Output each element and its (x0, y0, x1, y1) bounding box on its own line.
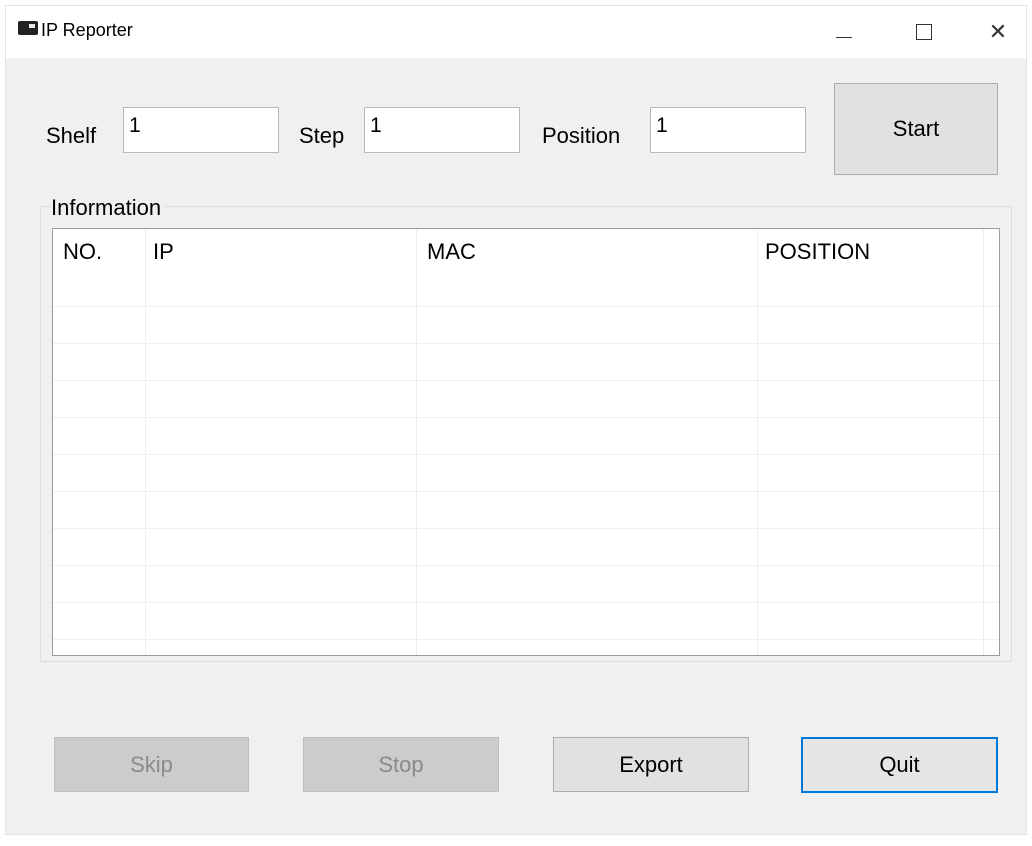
row-divider (53, 639, 999, 640)
shelf-input[interactable]: 1 (123, 107, 279, 153)
row-divider (53, 306, 999, 307)
step-input[interactable]: 1 (364, 107, 520, 153)
position-input[interactable]: 1 (650, 107, 806, 153)
information-group-label: Information (51, 195, 166, 221)
title-bar[interactable]: IP Reporter ✕ (6, 6, 1026, 58)
row-divider (53, 343, 999, 344)
close-button[interactable]: ✕ (968, 6, 1028, 58)
position-label: Position (542, 123, 621, 148)
step-label: Step (299, 123, 345, 148)
information-listview[interactable]: NO. IP MAC POSITION (52, 228, 1000, 656)
app-window: IP Reporter ✕ Shelf 1 Step 1 Position 1 … (6, 6, 1026, 834)
column-header-no[interactable]: NO. (63, 239, 102, 265)
column-header-mac[interactable]: MAC (427, 239, 476, 265)
quit-button[interactable]: Quit (801, 737, 998, 793)
row-divider (53, 528, 999, 529)
column-divider (983, 229, 984, 655)
row-divider (53, 565, 999, 566)
row-divider (53, 454, 999, 455)
export-button[interactable]: Export (553, 737, 749, 792)
skip-button[interactable]: Skip (54, 737, 249, 792)
row-divider (53, 417, 999, 418)
maximize-icon (916, 24, 932, 40)
stop-button[interactable]: Stop (303, 737, 499, 792)
column-header-ip[interactable]: IP (153, 239, 174, 265)
window-title: IP Reporter (41, 20, 133, 40)
column-divider (416, 229, 417, 655)
close-icon: ✕ (988, 19, 1008, 44)
column-header-position[interactable]: POSITION (765, 239, 870, 265)
row-divider (53, 380, 999, 381)
maximize-button[interactable] (894, 6, 954, 58)
start-button[interactable]: Start (834, 83, 998, 175)
minimize-icon (836, 36, 852, 38)
row-divider (53, 491, 999, 492)
shelf-label: Shelf (46, 123, 97, 148)
column-divider (145, 229, 146, 655)
row-divider (53, 602, 999, 603)
minimize-button[interactable] (814, 6, 874, 58)
column-divider (757, 229, 758, 655)
app-icon (18, 21, 38, 35)
